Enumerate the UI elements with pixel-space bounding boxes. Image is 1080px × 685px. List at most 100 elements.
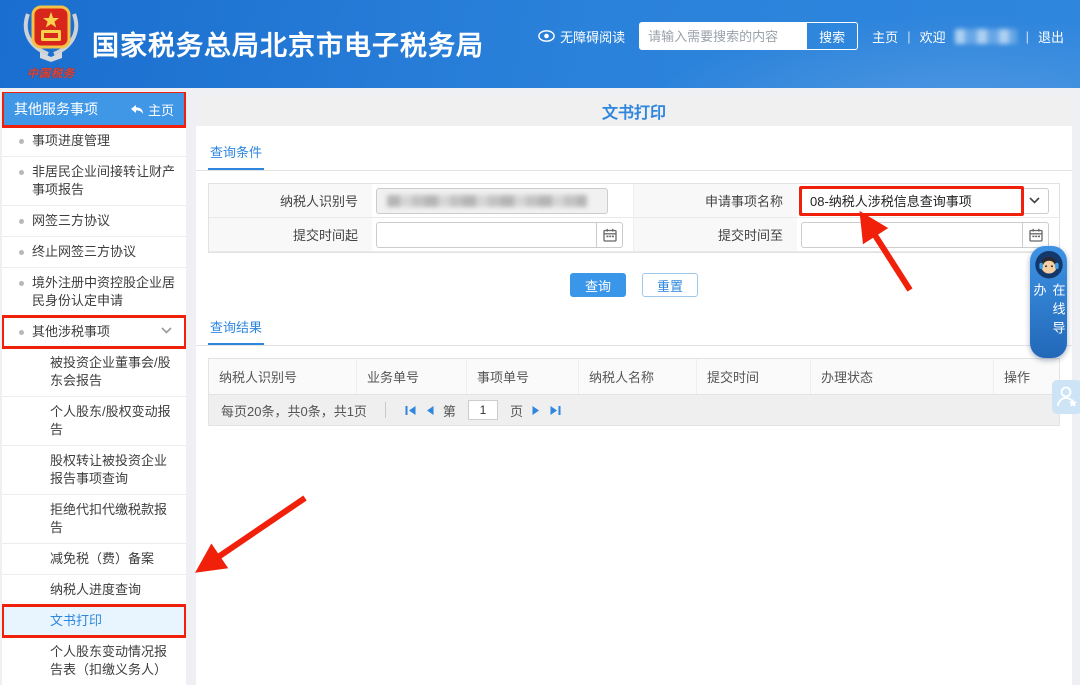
results-table-header: 纳税人识别号 业务单号 事项单号 纳税人名称 提交时间 办理状态 操作 [209,359,1059,394]
online-guide-widget[interactable]: 在线导办 [1030,246,1067,358]
first-page-button[interactable] [404,404,417,417]
sidebar-item[interactable]: 终止网签三方协议 [2,237,186,268]
calendar-icon [603,228,617,242]
col-actions: 操作 [994,359,1059,394]
sidebar-item-label: 股权转让被投资企业报告事项查询 [50,453,167,486]
tax-bureau-logo: 中国税务 [16,4,86,81]
tab-query-results[interactable]: 查询结果 [208,311,264,345]
time-from-label: 提交时间起 [209,218,372,252]
app-header: 中国税务 国家税务总局北京市电子税务局 无障碍阅读 搜索 主页 | 欢迎 | 退… [0,0,1080,88]
customer-service-avatar [1034,250,1064,279]
nav-separator: | [907,29,910,44]
next-page-icon [531,404,541,417]
time-from-input[interactable] [376,222,597,248]
page-prefix: 第 [443,401,456,420]
back-arrow-icon [130,104,144,115]
taxpayer-id-field [376,188,608,214]
taxpayer-id-cell [372,184,634,218]
page-number-input[interactable] [468,400,498,420]
col-submit-time: 提交时间 [697,359,811,394]
first-page-icon [404,404,417,417]
prev-page-button[interactable] [425,404,435,417]
sidebar-item-label: 被投资企业董事会/股东会报告 [50,355,171,388]
query-form: 纳税人识别号 申请事项名称 08-纳税人涉税信息查询事项 提交时间起 [208,183,1060,253]
sidebar-subitem[interactable]: 减免税（费）备案 [2,544,186,575]
search-input[interactable] [640,23,805,49]
nav-separator: | [1026,29,1029,44]
criteria-tab-row: 查询条件 [196,136,1072,171]
home-link[interactable]: 主页 [872,27,898,46]
sidebar-item[interactable]: 事项进度管理 [2,126,186,157]
col-business-no: 业务单号 [357,359,467,394]
chevron-down-icon [1029,197,1040,204]
apply-item-select[interactable]: 08-纳税人涉税信息查询事项 [801,188,1049,214]
calendar-icon [1029,228,1043,242]
time-to-calendar-button[interactable] [1023,222,1049,248]
next-page-button[interactable] [531,404,541,417]
sidebar-item[interactable]: 境外注册中资控股企业居民身份认定申请 [2,268,186,317]
eye-icon [538,30,555,42]
taxpayer-id-label: 纳税人识别号 [209,184,372,218]
back-home-label: 主页 [148,100,174,119]
apply-item-label: 申请事项名称 [634,184,797,218]
user-favorite-widget[interactable] [1052,380,1080,414]
reset-button[interactable]: 重置 [642,273,698,297]
sidebar-section-title: 其他服务事项 [14,99,98,119]
col-taxpayer-name: 纳税人名称 [579,359,697,394]
header-search: 搜索 [639,22,858,50]
time-from-cell [372,218,634,252]
col-taxpayer-id: 纳税人识别号 [209,359,357,394]
results-tab-row: 查询结果 [196,311,1072,346]
sidebar-subitem[interactable]: 个人股东变动情况报告表（扣缴义务人） [2,637,186,685]
sidebar-item-other-tax-matters[interactable]: 其他涉税事项 [2,317,186,348]
form-actions: 查询 重置 [196,273,1072,297]
sidebar-item-label: 事项进度管理 [32,133,110,148]
taxpayer-id-redacted [387,195,587,207]
sidebar-section-header[interactable]: 其他服务事项 主页 [2,92,186,126]
sidebar-subitem[interactable]: 拒绝代扣代缴税款报告 [2,495,186,544]
user-star-icon [1056,385,1078,409]
sidebar-subitem[interactable]: 个人股东/股权变动报告 [2,397,186,446]
sidebar-item-label: 纳税人进度查询 [50,582,141,597]
online-guide-label: 在线导办 [1030,283,1068,358]
sidebar-item[interactable]: 网签三方协议 [2,206,186,237]
logout-link[interactable]: 退出 [1038,27,1064,46]
time-to-cell [797,218,1059,252]
col-matter-no: 事项单号 [467,359,579,394]
sidebar-item-label: 境外注册中资控股企业居民身份认定申请 [32,275,175,308]
pagination-bar: 每页20条，共0条，共1页 第 页 [209,394,1059,425]
last-page-button[interactable] [549,404,562,417]
time-to-input[interactable] [801,222,1023,248]
sidebar-item-label: 拒绝代扣代缴税款报告 [50,502,167,535]
time-to-label: 提交时间至 [634,218,797,252]
sidebar-subitem[interactable]: 股权转让被投资企业报告事项查询 [2,446,186,495]
sidebar-subitem[interactable]: 纳税人进度查询 [2,575,186,606]
sidebar-item-label: 减免税（费）备案 [50,551,154,566]
accessibility-toggle[interactable]: 无障碍阅读 [538,27,625,46]
page-suffix: 页 [510,401,523,420]
query-button[interactable]: 查询 [570,273,626,297]
back-to-home-link[interactable]: 主页 [130,100,174,119]
welcome-label: 欢迎 [920,27,946,46]
sidebar-item[interactable]: 非居民企业间接转让财产事项报告 [2,157,186,206]
sidebar-item-label: 个人股东/股权变动报告 [50,404,171,437]
sidebar-subitem-document-print[interactable]: 文书打印 [2,606,186,637]
last-page-icon [549,404,562,417]
apply-item-cell: 08-纳税人涉税信息查询事项 [797,184,1059,218]
logo-caption: 中国税务 [16,65,86,81]
pagination-summary: 每页20条，共0条，共1页 [221,401,367,420]
sidebar-item-label: 终止网签三方协议 [32,244,136,259]
sidebar-item-label: 个人股东变动情况报告表（扣缴义务人） [50,644,167,677]
sidebar-item-label: 网签三方协议 [32,213,110,228]
prev-page-icon [425,404,435,417]
tab-query-criteria[interactable]: 查询条件 [208,136,264,170]
sidebar-subitem[interactable]: 被投资企业董事会/股东会报告 [2,348,186,397]
sidebar-item-label: 其他涉税事项 [32,324,110,339]
search-button[interactable]: 搜索 [805,23,857,49]
sidebar: 其他服务事项 主页 事项进度管理 非居民企业间接转让财产事项报告 网签三方协议 … [2,92,186,685]
username-redacted [955,29,1017,44]
main-content: 文书打印 查询条件 纳税人识别号 申请事项名称 08-纳税人涉税信息查询事项 [196,96,1072,685]
accessibility-label: 无障碍阅读 [560,27,625,46]
time-from-calendar-button[interactable] [597,222,623,248]
sidebar-item-label: 非居民企业间接转让财产事项报告 [32,164,175,197]
